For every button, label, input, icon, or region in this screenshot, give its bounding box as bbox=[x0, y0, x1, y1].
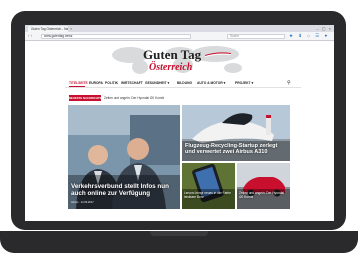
laptop-notch bbox=[150, 231, 208, 236]
tab-bar: Guten Tag Österreich - Nach × – ▢ × bbox=[25, 25, 334, 32]
toolbar-icons[interactable]: ★ ⬇ ⌂ ☰ ● bbox=[289, 33, 329, 39]
nav-item-europa[interactable]: EUROPA bbox=[89, 80, 103, 87]
nav-item-bildung[interactable]: BILDUNG bbox=[177, 80, 192, 87]
main-navigation: TITELSEITE EUROPA POLITIK WIRTSCHAFT GES… bbox=[65, 80, 301, 87]
window-controls[interactable]: – ▢ × bbox=[316, 26, 332, 31]
article-hyundai-headline[interactable]: Zelten und angeln: Der Hyundai i20 Kombi bbox=[239, 191, 289, 200]
ticker-badge: NEUESTE NACHRICHTEN bbox=[69, 95, 104, 101]
laptop-base bbox=[0, 231, 358, 253]
featured-headline[interactable]: Flugzeug-Recycling-Startup zerlegt und v… bbox=[185, 143, 285, 156]
nav-item-gesundheit[interactable]: GESUNDHEIT ▾ bbox=[145, 80, 169, 87]
nav-item-auto-motor[interactable]: AUTO & MOTOR ▾ bbox=[197, 80, 225, 87]
nav-item-wirtschaft[interactable]: WIRTSCHAFT bbox=[121, 80, 143, 87]
austria-flag-swoosh bbox=[205, 52, 231, 57]
smartphone-photo bbox=[182, 163, 235, 209]
ticker-headline[interactable]: Zelten und angeln: Der Hyundai i20 Kombi bbox=[104, 95, 164, 101]
hero-meta: Admin · 12.09.2017 bbox=[71, 201, 94, 204]
nav-divider bbox=[65, 87, 301, 88]
back-forward-icons[interactable]: ‹ › bbox=[28, 33, 32, 38]
article-hyundai[interactable]: Zelten und angeln: Der Hyundai i20 Kombi bbox=[237, 163, 290, 209]
browser-screen: Guten Tag Österreich - Nach × – ▢ × ‹ › … bbox=[25, 25, 334, 221]
hero-article[interactable]: Verkehrsverbund stellt Infos nun auch on… bbox=[68, 105, 180, 209]
red-car-photo bbox=[237, 163, 290, 209]
logo-subtitle[interactable]: Österreich bbox=[149, 62, 192, 73]
url-input[interactable]: www.gutentag.news bbox=[41, 33, 191, 39]
site-header: Guten Tag Österreich bbox=[25, 41, 334, 78]
featured-article-airbus[interactable]: Flugzeug-Recycling-Startup zerlegt und v… bbox=[182, 105, 290, 161]
browser-search-input[interactable]: Suche bbox=[227, 33, 285, 39]
article-lenovo-headline[interactable]: Lenovo bringt neues in der Farbe leistba… bbox=[184, 191, 234, 200]
logo-title[interactable]: Guten Tag bbox=[143, 47, 201, 63]
article-lenovo[interactable]: Lenovo bringt neues in der Farbe leistba… bbox=[182, 163, 235, 209]
nav-item-projekt[interactable]: PROJEKT ▾ bbox=[235, 80, 253, 87]
hero-headline[interactable]: Verkehrsverbund stellt Infos nun auch on… bbox=[71, 183, 171, 197]
nav-item-politik[interactable]: POLITIK bbox=[105, 80, 118, 87]
search-icon[interactable]: ⚲ bbox=[287, 80, 291, 87]
address-bar-row: ‹ › www.gutentag.news Suche ★ ⬇ ⌂ ☰ ● bbox=[25, 32, 334, 41]
